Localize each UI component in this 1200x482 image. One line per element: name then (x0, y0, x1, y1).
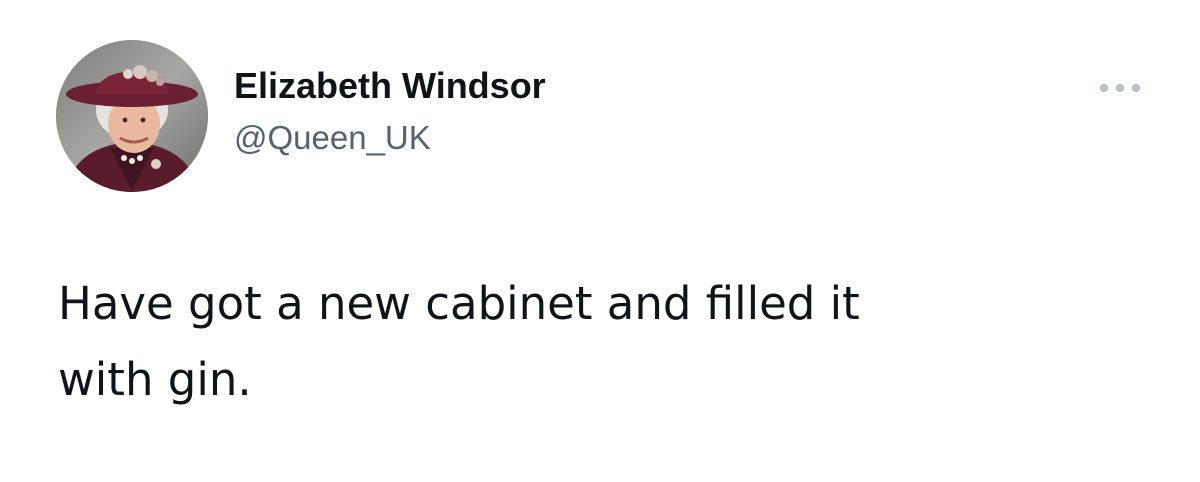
avatar-photo (56, 40, 208, 192)
tweet-text: Have got a new cabinet and filled it wit… (58, 277, 860, 406)
ellipsis-icon (1099, 83, 1141, 93)
display-name[interactable]: Elizabeth Windsor (234, 64, 546, 108)
avatar[interactable] (56, 40, 208, 192)
tweet-card: Elizabeth Windsor @Queen_UK Have got a n… (0, 0, 1200, 482)
author-info: Elizabeth Windsor @Queen_UK (234, 64, 546, 158)
handle[interactable]: @Queen_UK (234, 118, 546, 158)
more-options-button[interactable] (1090, 72, 1150, 104)
